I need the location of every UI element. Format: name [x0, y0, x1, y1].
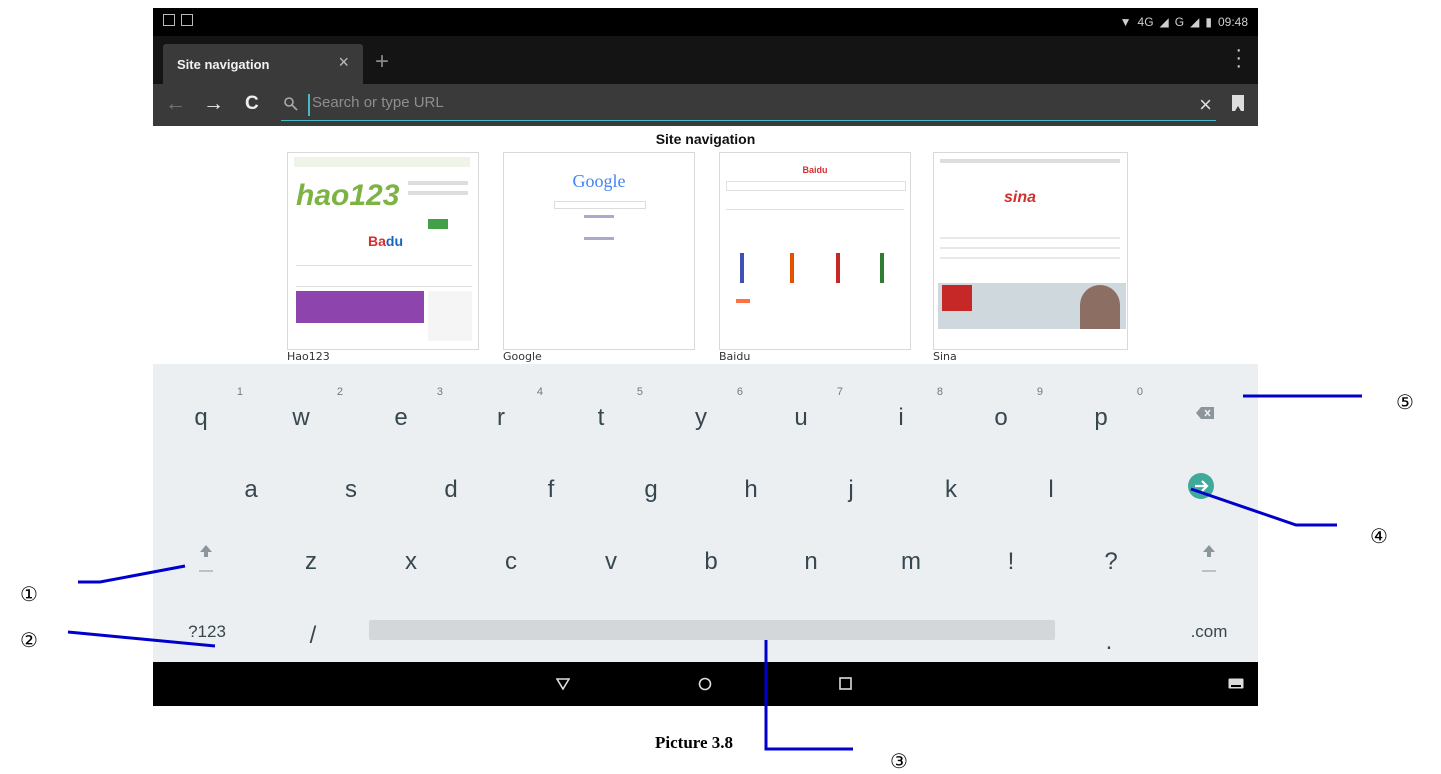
callout-2: ② [20, 630, 38, 652]
callout-3: ③ [890, 751, 908, 773]
callout-1: ① [20, 584, 38, 606]
callout-lines [67, 394, 1362, 751]
figure-caption: Picture 3.8 [655, 733, 734, 752]
callout-4: ④ [1370, 526, 1388, 548]
callout-5: ⑤ [1396, 392, 1414, 414]
